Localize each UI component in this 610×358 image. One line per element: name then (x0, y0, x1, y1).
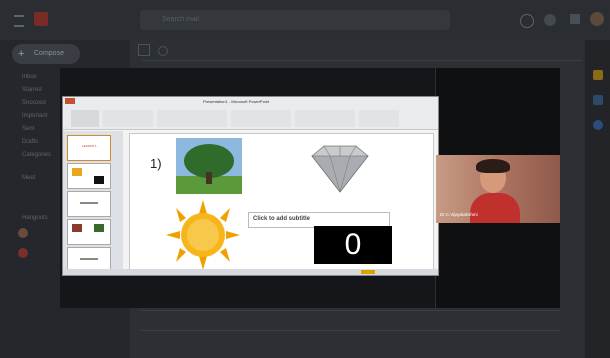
status-bar (63, 269, 438, 275)
list-item[interactable] (140, 310, 560, 323)
thumbnail-title: LESSON 1 (82, 144, 97, 148)
drawing-group[interactable] (295, 110, 355, 127)
refresh-icon[interactable] (158, 46, 168, 56)
tree-image (176, 138, 242, 194)
section-label: Hangouts (22, 215, 48, 221)
slide-thumbnails: LESSON 1 (63, 131, 123, 275)
participant-name: Dr.C.Vijayalakshmi (440, 212, 478, 217)
thumb-text (80, 258, 98, 260)
sidebar-item-label: Drafts (22, 139, 39, 145)
thumb-image (94, 176, 104, 184)
avatar[interactable] (590, 12, 604, 26)
thumb-image (94, 224, 104, 232)
settings-icon[interactable] (544, 14, 556, 26)
gmail-top-bar: Search mail (0, 0, 610, 40)
thumb-image (72, 168, 82, 176)
sidebar-item-label: Starred (22, 87, 42, 93)
menu-icon[interactable] (14, 15, 24, 27)
gmail-logo-icon (34, 12, 48, 26)
sidebar-item-label: Sent (22, 126, 35, 132)
participant-hair (476, 159, 510, 173)
sidebar-item-label: Important (22, 113, 48, 119)
subtitle-placeholder-text: Click to add subtitle (253, 216, 311, 222)
search-bar[interactable]: Search mail (140, 10, 450, 30)
editing-group[interactable] (359, 110, 399, 127)
slide-number-label: 1) (150, 156, 162, 171)
tasks-icon[interactable] (593, 120, 603, 130)
window-title: Presentation1 - Microsoft PowerPoint (203, 99, 270, 104)
slides-group[interactable] (103, 110, 153, 127)
select-all-checkbox[interactable] (138, 44, 150, 56)
ribbon: Presentation1 - Microsoft PowerPoint (63, 97, 438, 130)
thumb-image (72, 224, 82, 232)
font-group[interactable] (157, 110, 227, 127)
slide-thumbnail[interactable] (67, 191, 111, 217)
slide-canvas[interactable]: 1) Click to add subtitle 0 (129, 133, 434, 271)
hangouts-avatar[interactable] (18, 228, 28, 238)
calendar-icon[interactable] (593, 70, 603, 80)
slide-thumbnail[interactable] (67, 163, 111, 189)
apps-icon[interactable] (570, 14, 580, 24)
side-panel (585, 40, 610, 358)
section-label: Meet (22, 175, 36, 181)
slide-thumbnail[interactable]: LESSON 1 (67, 135, 111, 161)
sidebar-item-label: Categories (22, 152, 52, 158)
sidebar-item-label: Inbox (22, 74, 37, 80)
participant-shirt (470, 193, 520, 223)
plus-icon: + (18, 48, 25, 60)
sidebar-item-label: Snoozed (22, 100, 46, 106)
diamond-image (311, 145, 369, 193)
counter-box: 0 (314, 226, 392, 264)
thumb-text (80, 202, 98, 204)
divider (142, 60, 582, 61)
list-item[interactable] (140, 330, 560, 343)
paragraph-group[interactable] (231, 110, 291, 127)
sun-image (166, 200, 240, 270)
powerpoint-icon (65, 98, 75, 104)
keep-icon[interactable] (593, 95, 603, 105)
view-buttons[interactable] (361, 270, 375, 274)
participant-video: Dr.C.Vijayalakshmi (436, 155, 560, 223)
paste-button[interactable] (71, 110, 99, 127)
slide-thumbnail[interactable] (67, 219, 111, 245)
counter-value: 0 (344, 228, 362, 261)
search-input[interactable]: Search mail (162, 16, 199, 23)
help-icon[interactable] (520, 14, 534, 28)
hangouts-avatar[interactable] (18, 248, 28, 258)
powerpoint-window: Presentation1 - Microsoft PowerPoint LES… (62, 96, 439, 276)
